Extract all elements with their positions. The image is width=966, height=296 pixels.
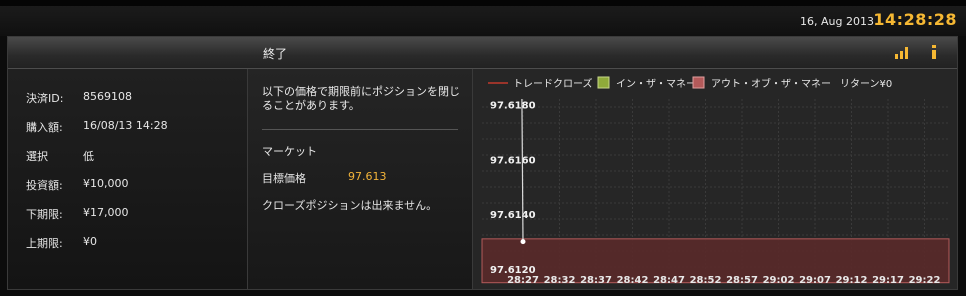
trade-close-legend-label: トレードクローズ — [513, 77, 593, 90]
x-tick-label: 29:02 — [763, 275, 795, 286]
current-time: 14:28:28 — [873, 10, 957, 29]
in-the-money-swatch — [597, 76, 610, 89]
detail-label: 投資額: — [26, 179, 63, 192]
x-tick-label: 28:57 — [726, 275, 758, 286]
y-tick-label: 97.6160 — [490, 155, 536, 166]
detail-value: 8569108 — [83, 90, 132, 103]
x-tick-label: 29:17 — [872, 275, 904, 286]
out-of-the-money-swatch — [692, 76, 705, 89]
detail-label: 下期限: — [26, 208, 63, 221]
price-point — [520, 239, 526, 245]
chart-plot-area: 97.618097.616097.614097.612028:27 28:32 28… — [481, 98, 950, 286]
detail-value: 低 — [83, 150, 94, 163]
detail-label: 上期限: — [26, 237, 63, 250]
x-tick-label: 28:52 — [690, 275, 722, 286]
detail-value: ¥17,000 — [83, 206, 129, 219]
detail-value: 16/08/13 14:28 — [83, 119, 168, 132]
price-chart: トレードクローズ イン・ザ・マネー アウト・オブ・ザ・マネー リターン¥0 97… — [473, 69, 957, 289]
chart-legend: トレードクローズ イン・ザ・マネー アウト・オブ・ザ・マネー リターン¥0 — [488, 76, 892, 90]
x-tick-label: 28:47 — [653, 275, 685, 286]
detail-value: ¥10,000 — [83, 177, 129, 190]
top-bar: 16, Aug 2013 14:28:28 — [0, 0, 966, 36]
position-panel: 終了 決済ID: 8569108 購入額: 16/08/13 14:28 選択 — [7, 36, 958, 290]
current-date: 16, Aug 2013 — [800, 15, 874, 28]
target-price-label: 目標価格 — [262, 172, 306, 185]
x-tick-label: 28:27 — [507, 275, 539, 286]
panel-header: 終了 — [8, 37, 957, 69]
x-tick-label: 29:12 — [836, 275, 868, 286]
early-close-notice: 以下の価格で期限前にポジションを閉じることがあります。 — [262, 85, 460, 112]
x-tick-label: 28:32 — [544, 275, 576, 286]
detail-value: ¥0 — [83, 235, 97, 248]
out-of-the-money-label: アウト・オブ・ザ・マネー — [711, 77, 831, 90]
y-tick-label: 97.6140 — [490, 210, 536, 221]
cannot-close-message: クローズポジションは出来ません。 — [262, 199, 438, 212]
x-tick-label: 28:42 — [617, 275, 649, 286]
target-price-value: 97.613 — [348, 170, 387, 183]
return-label: リターン¥0 — [840, 78, 892, 90]
in-the-money-label: イン・ザ・マネー — [616, 78, 696, 90]
x-tick-label: 28:37 — [580, 275, 612, 286]
detail-label: 選択 — [26, 150, 48, 163]
market-label: マーケット — [262, 145, 317, 158]
x-tick-label: 29:07 — [799, 275, 831, 286]
detail-label: 決済ID: — [26, 92, 64, 105]
position-details: 決済ID: 8569108 購入額: 16/08/13 14:28 選択 低 投… — [8, 69, 248, 289]
divider — [262, 129, 458, 130]
detail-label: 購入額: — [26, 121, 63, 134]
x-tick-label: 29:22 — [909, 275, 941, 286]
y-tick-label: 97.6180 — [490, 100, 536, 111]
info-icon[interactable] — [926, 44, 942, 60]
signal-bars-icon[interactable] — [894, 44, 910, 60]
panel-title: 終了 — [263, 47, 288, 61]
close-info: 以下の価格で期限前にポジションを閉じることがあります。 マーケット 目標価格 9… — [248, 69, 473, 289]
